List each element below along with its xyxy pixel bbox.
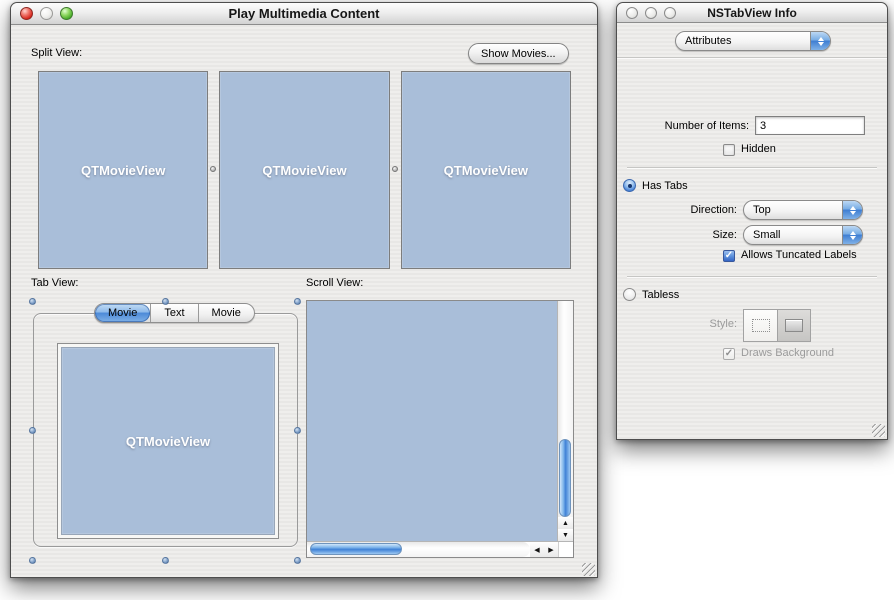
window-title: NSTabView Info bbox=[707, 6, 797, 20]
hidden-label: Hidden bbox=[741, 143, 776, 155]
minimize-button[interactable] bbox=[40, 7, 53, 20]
has-tabs-radio[interactable] bbox=[623, 179, 636, 192]
split-view: QTMovieView QTMovieView QTMovieView bbox=[38, 71, 571, 269]
selection-handle[interactable] bbox=[162, 298, 169, 305]
selection-handle[interactable] bbox=[162, 557, 169, 564]
window-resize-grip[interactable] bbox=[872, 424, 885, 437]
style-borderless-segment[interactable] bbox=[744, 310, 777, 341]
split-view-label: Split View: bbox=[31, 47, 82, 59]
direction-label: Direction: bbox=[617, 204, 737, 216]
arrow-right-icon: ▶ bbox=[548, 546, 553, 554]
document-window: Play Multimedia Content Split View: Show… bbox=[10, 2, 598, 578]
tab-movie-1[interactable]: Movie bbox=[95, 304, 150, 322]
close-button[interactable] bbox=[20, 7, 33, 20]
zoom-button[interactable] bbox=[60, 7, 73, 20]
window-controls bbox=[20, 7, 73, 20]
inspector-pane-select[interactable]: Attributes bbox=[675, 31, 831, 51]
bezel-rect-icon bbox=[785, 319, 803, 332]
split-divider[interactable] bbox=[208, 71, 219, 269]
window-controls bbox=[626, 7, 676, 19]
radio-dot-icon bbox=[628, 184, 632, 188]
popup-value: Small bbox=[744, 229, 842, 241]
movie-pane-label: QTMovieView bbox=[444, 163, 528, 178]
movie-pane-label: QTMovieView bbox=[126, 434, 210, 449]
selection-handle[interactable] bbox=[294, 427, 301, 434]
splitter-dimple-icon bbox=[392, 166, 398, 172]
popup-arrows-icon bbox=[842, 201, 862, 219]
popup-value: Top bbox=[744, 204, 842, 216]
draws-background-checkbox[interactable]: ✓ bbox=[723, 348, 735, 360]
scroll-left-button[interactable]: ◀ bbox=[530, 542, 544, 557]
hidden-checkbox[interactable] bbox=[723, 144, 735, 156]
popup-value: Attributes bbox=[676, 35, 810, 47]
number-of-items-label: Number of Items: bbox=[617, 120, 749, 132]
movie-pane[interactable]: QTMovieView bbox=[61, 347, 275, 535]
titlebar[interactable]: Play Multimedia Content bbox=[11, 3, 597, 25]
vertical-scrollbar-thumb[interactable] bbox=[559, 439, 571, 517]
arrow-down-icon: ▼ bbox=[562, 532, 569, 539]
movie-pane-label: QTMovieView bbox=[262, 163, 346, 178]
direction-select[interactable]: Top bbox=[743, 200, 863, 220]
minimize-button[interactable] bbox=[645, 7, 657, 19]
scroll-view-label: Scroll View: bbox=[306, 277, 363, 289]
scroll-up-button[interactable]: ▲ bbox=[558, 517, 573, 529]
tab-movie-2[interactable]: Movie bbox=[198, 304, 254, 322]
window-title: Play Multimedia Content bbox=[229, 6, 380, 21]
selection-handle[interactable] bbox=[294, 298, 301, 305]
selection-handle[interactable] bbox=[29, 298, 36, 305]
movie-pane-label: QTMovieView bbox=[81, 163, 165, 178]
window-resize-grip[interactable] bbox=[582, 563, 595, 576]
size-select[interactable]: Small bbox=[743, 225, 863, 245]
splitter-dimple-icon bbox=[210, 166, 216, 172]
close-button[interactable] bbox=[626, 7, 638, 19]
style-segmented-control bbox=[743, 309, 811, 342]
movie-pane[interactable]: QTMovieView bbox=[219, 71, 389, 269]
draws-background-label: Draws Background bbox=[741, 347, 834, 359]
allows-truncated-labels-checkbox[interactable]: ✓ bbox=[723, 250, 735, 262]
number-of-items-input[interactable] bbox=[755, 116, 865, 135]
movie-pane[interactable]: QTMovieView bbox=[38, 71, 208, 269]
style-label: Style: bbox=[617, 318, 737, 330]
scrollbar-corner bbox=[558, 542, 573, 557]
scroll-down-button[interactable]: ▼ bbox=[558, 529, 573, 541]
scroll-view-content[interactable] bbox=[307, 301, 558, 541]
tabless-label: Tabless bbox=[642, 289, 679, 301]
checkmark-icon: ✓ bbox=[725, 349, 733, 359]
tab-strip: Movie Text Movie bbox=[94, 303, 255, 323]
selection-handle[interactable] bbox=[294, 557, 301, 564]
vertical-scrollbar[interactable]: ▲ ▼ bbox=[558, 301, 573, 541]
tabless-radio[interactable] bbox=[623, 288, 636, 301]
tab-text[interactable]: Text bbox=[150, 304, 197, 322]
tab-label: Text bbox=[164, 307, 184, 319]
popup-arrows-icon bbox=[810, 32, 830, 50]
inspector-window: NSTabView Info Attributes Number of Item… bbox=[616, 2, 888, 440]
selection-handle[interactable] bbox=[29, 557, 36, 564]
arrow-up-icon: ▲ bbox=[562, 520, 569, 527]
titlebar[interactable]: NSTabView Info bbox=[617, 3, 887, 23]
size-label: Size: bbox=[617, 229, 737, 241]
arrow-left-icon: ◀ bbox=[534, 546, 539, 554]
tab-content-bezel: QTMovieView bbox=[57, 343, 279, 539]
dotted-rect-icon bbox=[752, 319, 770, 332]
style-bezel-segment[interactable] bbox=[777, 310, 810, 341]
tab-label: Movie bbox=[212, 307, 241, 319]
horizontal-scrollbar-thumb[interactable] bbox=[310, 543, 402, 555]
zoom-button[interactable] bbox=[664, 7, 676, 19]
split-divider[interactable] bbox=[390, 71, 401, 269]
popup-arrows-icon bbox=[842, 226, 862, 244]
tab-view-label: Tab View: bbox=[31, 277, 79, 289]
scroll-view: ▲ ▼ ◀ ▶ bbox=[306, 300, 574, 558]
horizontal-scrollbar[interactable] bbox=[307, 542, 530, 557]
allows-truncated-labels-label: Allows Tuncated Labels bbox=[741, 249, 857, 261]
show-movies-button[interactable]: Show Movies... bbox=[468, 43, 569, 64]
tab-label: Movie bbox=[108, 307, 137, 319]
has-tabs-label: Has Tabs bbox=[642, 180, 688, 192]
movie-pane[interactable]: QTMovieView bbox=[401, 71, 571, 269]
scroll-right-button[interactable]: ▶ bbox=[544, 542, 558, 557]
selection-handle[interactable] bbox=[29, 427, 36, 434]
checkmark-icon: ✓ bbox=[725, 251, 733, 261]
